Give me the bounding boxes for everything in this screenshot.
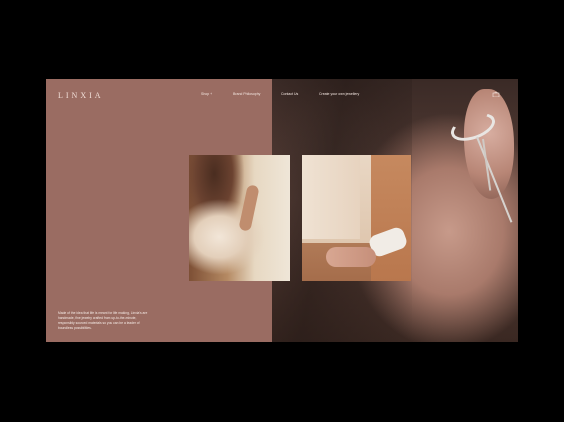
product-photo-lamp[interactable] <box>302 155 411 281</box>
photo-wall-shape <box>371 155 411 281</box>
nav-contact-us[interactable]: Contact Us <box>281 92 298 96</box>
product-photo-hand[interactable] <box>189 155 290 281</box>
photo-hand-shape <box>326 247 376 267</box>
hero-tagline: Made of the idea that life is meant for … <box>58 311 148 330</box>
nav-brand-philosophy[interactable]: Brand Philosophy <box>233 92 260 96</box>
bag-icon[interactable] <box>492 91 500 98</box>
nav-shop[interactable]: Shop + <box>201 92 212 96</box>
brand-logo[interactable]: LINXIA <box>58 91 104 100</box>
photo-hand-shape <box>238 184 260 232</box>
photo-lamp-shape <box>302 155 360 239</box>
nav-create-jewellery[interactable]: Create your own jewellery <box>319 92 359 96</box>
website-frame: LINXIA Shop + Brand Philosophy Contact U… <box>46 79 518 342</box>
